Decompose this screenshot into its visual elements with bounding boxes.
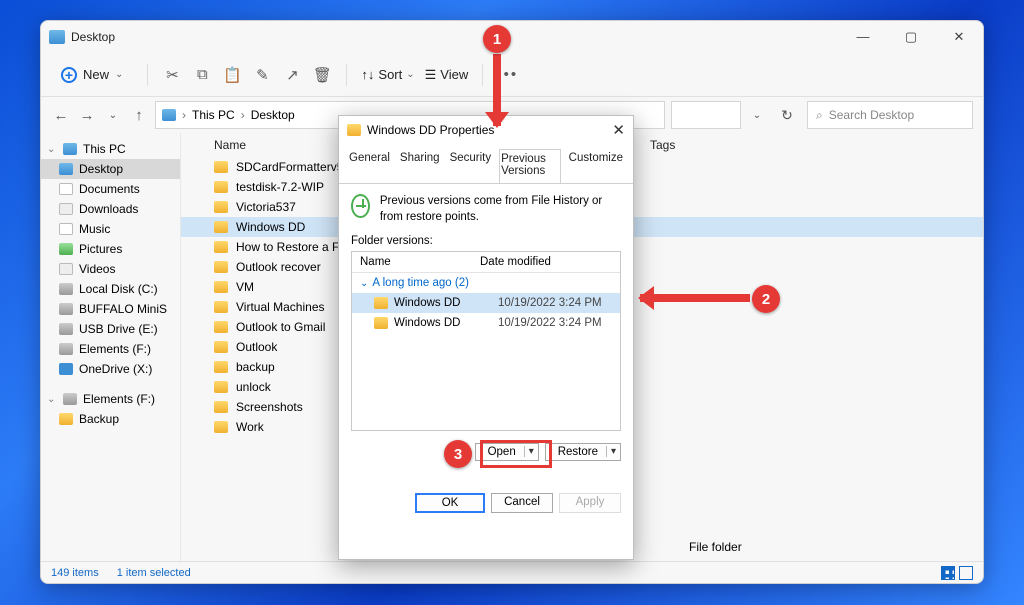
cancel-button[interactable]: Cancel xyxy=(491,493,553,513)
sort-icon: ↑↓ xyxy=(361,67,374,82)
chevron-down-icon: ⌄ xyxy=(406,69,414,80)
annotation-marker-2: 2 xyxy=(752,285,780,313)
nav-music[interactable]: Music xyxy=(41,219,180,239)
nav-pictures[interactable]: Pictures xyxy=(41,239,180,259)
nav-local-disk[interactable]: Local Disk (C:) xyxy=(41,279,180,299)
chevron-down-icon: ⌄ xyxy=(115,69,123,80)
window-title: Desktop xyxy=(71,30,115,44)
maximize-button[interactable]: ▢ xyxy=(895,29,927,45)
cut-icon[interactable]: ✂ xyxy=(162,65,182,85)
ok-button[interactable]: OK xyxy=(415,493,485,513)
col-name[interactable]: Name xyxy=(352,252,472,272)
share-icon[interactable]: ↗ xyxy=(282,65,302,85)
folder-versions-label: Folder versions: xyxy=(339,235,633,247)
view-icon: ☰ xyxy=(425,67,437,83)
close-button[interactable]: ✕ xyxy=(943,29,975,45)
dialog-info: Previous versions come from File History… xyxy=(339,184,633,235)
tab-customize[interactable]: Customize xyxy=(567,148,625,183)
properties-dialog: Windows DD Properties ✕ General Sharing … xyxy=(338,115,634,560)
search-input[interactable]: ⌕ Search Desktop xyxy=(807,101,973,129)
nav-documents[interactable]: Documents xyxy=(41,179,180,199)
annotation-arrow-1 xyxy=(493,54,501,126)
annotation-arrow-2 xyxy=(640,294,750,302)
rename-icon[interactable]: ✎ xyxy=(252,65,272,85)
tab-sharing[interactable]: Sharing xyxy=(398,148,442,183)
nav-elements[interactable]: Elements (F:) xyxy=(41,339,180,359)
apply-button[interactable]: Apply xyxy=(559,493,621,513)
tab-security[interactable]: Security xyxy=(448,148,494,183)
nav-buffalo[interactable]: BUFFALO MiniS xyxy=(41,299,180,319)
nav-downloads[interactable]: Downloads xyxy=(41,199,180,219)
folder-icon xyxy=(374,297,388,309)
refresh-button[interactable]: ↻ xyxy=(773,101,801,129)
history-icon xyxy=(351,194,370,218)
status-selected: 1 item selected xyxy=(117,567,191,579)
tab-previous-versions[interactable]: Previous Versions xyxy=(499,149,561,184)
search-icon: ⌕ xyxy=(816,108,823,123)
breadcrumb[interactable]: Desktop xyxy=(251,108,295,122)
nav-usb-drive[interactable]: USB Drive (E:) xyxy=(41,319,180,339)
sort-button[interactable]: ↑↓ Sort ⌄ xyxy=(361,67,414,82)
pc-icon xyxy=(162,109,176,121)
restore-button[interactable]: Restore xyxy=(545,443,621,461)
annotation-marker-1: 1 xyxy=(483,25,511,53)
list-view-icon[interactable] xyxy=(959,566,973,580)
version-group[interactable]: ⌄A long time ago (2) xyxy=(352,273,620,293)
back-button[interactable]: ← xyxy=(51,107,71,124)
minimize-button[interactable]: — xyxy=(847,29,879,45)
grid-view-icon[interactable] xyxy=(941,566,955,580)
col-date[interactable]: Date modified xyxy=(472,252,559,272)
up-button[interactable]: ↑ xyxy=(129,107,149,124)
nav-this-pc[interactable]: ⌄This PC xyxy=(41,139,180,159)
nav-pane: ⌄This PC Desktop Documents Downloads Mus… xyxy=(41,133,181,561)
copy-icon[interactable]: ⧉ xyxy=(192,65,212,85)
dialog-tabs: General Sharing Security Previous Versio… xyxy=(339,144,633,184)
address-extra[interactable] xyxy=(671,101,741,129)
chevron-down-icon[interactable]: ⌄ xyxy=(103,110,123,121)
delete-icon[interactable]: 🗑 xyxy=(312,65,332,85)
nav-elements-2[interactable]: ⌄Elements (F:) xyxy=(41,389,180,409)
folder-icon xyxy=(374,317,388,329)
annotation-marker-3: 3 xyxy=(444,440,472,468)
plus-icon: + xyxy=(61,67,77,83)
status-bar: 149 items 1 item selected xyxy=(41,561,983,583)
nav-backup[interactable]: Backup xyxy=(41,409,180,429)
titlebar: Desktop — ▢ ✕ xyxy=(41,21,983,53)
status-items: 149 items xyxy=(51,567,99,579)
nav-videos[interactable]: Videos xyxy=(41,259,180,279)
toolbar: + New ⌄ ✂ ⧉ 📋 ✎ ↗ 🗑 ↑↓ Sort ⌄ ☰ View ••• xyxy=(41,53,983,97)
open-button[interactable]: Open xyxy=(475,443,539,461)
folder-icon xyxy=(347,124,361,136)
view-button[interactable]: ☰ View xyxy=(425,67,469,83)
version-row[interactable]: Windows DD 10/19/2022 3:24 PM xyxy=(352,313,620,333)
nav-desktop[interactable]: Desktop xyxy=(41,159,180,179)
nav-onedrive[interactable]: OneDrive (X:) xyxy=(41,359,180,379)
tab-general[interactable]: General xyxy=(347,148,392,183)
breadcrumb[interactable]: This PC xyxy=(192,108,235,122)
paste-icon[interactable]: 📋 xyxy=(222,65,242,85)
desktop-icon xyxy=(49,30,65,44)
version-row-selected[interactable]: Windows DD 10/19/2022 3:24 PM xyxy=(352,293,620,313)
chevron-down-icon[interactable]: ⌄ xyxy=(747,110,767,121)
dialog-title: Windows DD Properties xyxy=(367,123,494,137)
col-tags[interactable]: Tags xyxy=(649,138,975,152)
new-button[interactable]: + New ⌄ xyxy=(51,63,133,87)
versions-list: Name Date modified ⌄A long time ago (2) … xyxy=(351,251,621,431)
dialog-close-button[interactable]: ✕ xyxy=(612,121,625,139)
forward-button[interactable]: → xyxy=(77,107,97,124)
